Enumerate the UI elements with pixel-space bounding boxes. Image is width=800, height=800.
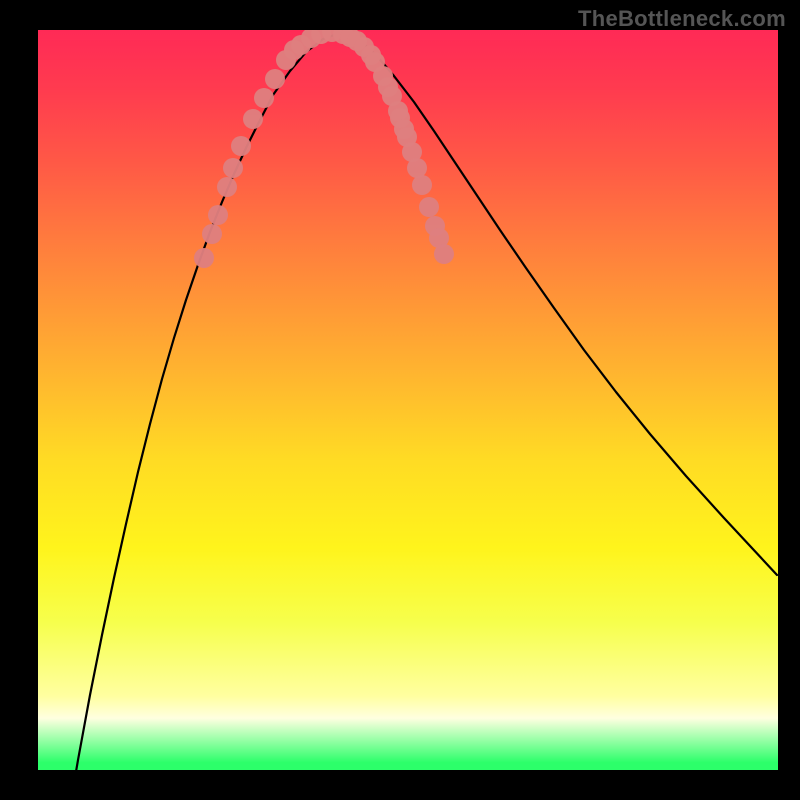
bottleneck-curve — [66, 33, 777, 770]
data-point — [243, 109, 263, 129]
data-point — [202, 224, 222, 244]
data-point — [265, 69, 285, 89]
data-point — [194, 248, 214, 268]
data-point — [231, 136, 251, 156]
data-point — [434, 244, 454, 264]
data-point — [217, 177, 237, 197]
data-points-group — [194, 30, 454, 268]
watermark-text: TheBottleneck.com — [578, 6, 786, 32]
chart-svg — [38, 30, 778, 770]
data-point — [223, 158, 243, 178]
plot-area — [38, 30, 778, 770]
data-point — [254, 88, 274, 108]
data-point — [407, 158, 427, 178]
data-point — [208, 205, 228, 225]
data-point — [412, 175, 432, 195]
data-point — [419, 197, 439, 217]
chart-stage: TheBottleneck.com — [0, 0, 800, 800]
